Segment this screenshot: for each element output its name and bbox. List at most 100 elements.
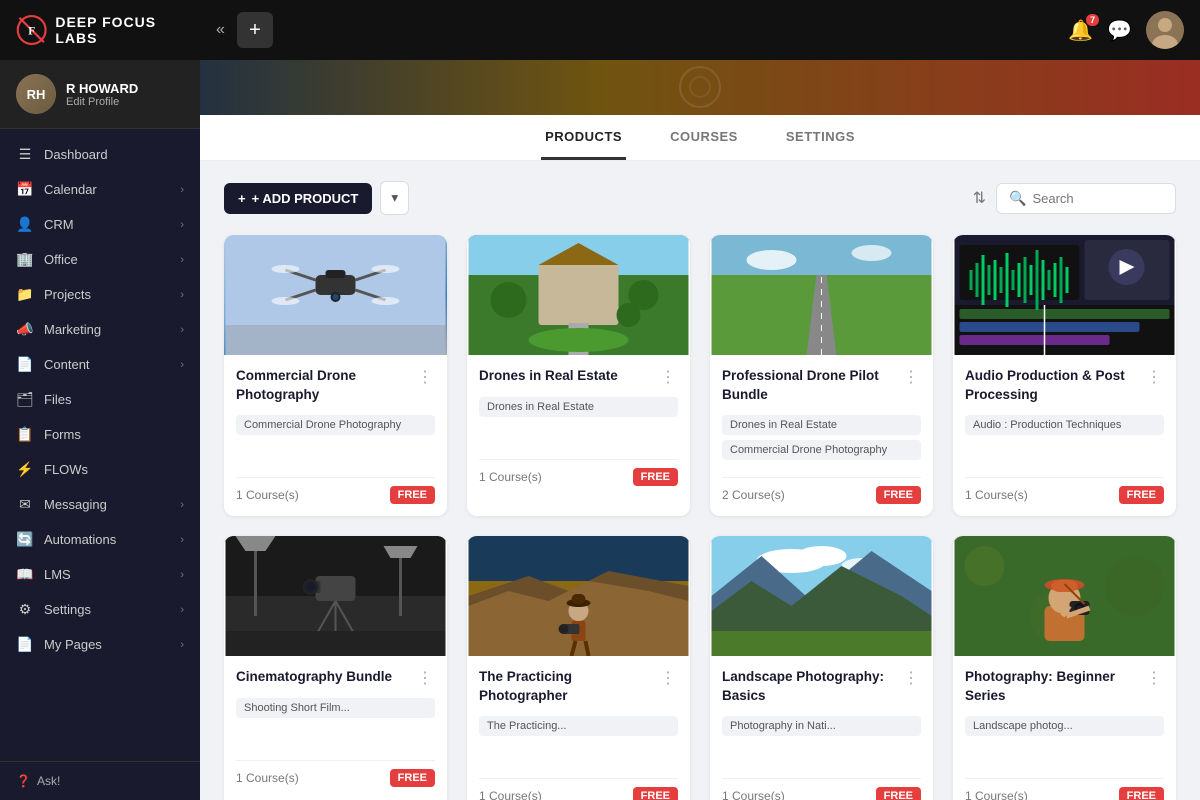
sort-filter-button[interactable]: ⇅ — [973, 188, 986, 208]
card-menu-4[interactable]: ⋮ — [1144, 367, 1164, 387]
sidebar-item-lms[interactable]: 📖 LMS › — [0, 557, 200, 592]
brand-label: DEEP FOCUS LABS — [55, 14, 184, 46]
card-menu-8[interactable]: ⋮ — [1144, 668, 1164, 688]
sidebar-item-crm[interactable]: 👤 CRM › — [0, 207, 200, 242]
card-tag-3-1: Drones in Real Estate — [722, 415, 921, 435]
settings-icon: ⚙ — [16, 601, 34, 618]
svg-text:F: F — [28, 25, 35, 37]
card-tag-8-1: Landscape photog... — [965, 716, 1164, 736]
card-title-8: Photography: Beginner Series — [965, 668, 1144, 706]
sidebar-item-mypages[interactable]: 📄 My Pages › — [0, 627, 200, 662]
card-tags-7: Photography in Nati... — [722, 716, 921, 766]
card-title-6: The Practicing Photographer — [479, 668, 658, 706]
card-tags-1: Commercial Drone Photography — [236, 415, 435, 465]
sidebar-item-calendar[interactable]: 📅 Calendar › — [0, 172, 200, 207]
sidebar-item-office[interactable]: 🏢 Office › — [0, 242, 200, 277]
card-courses-4: 1 Course(s) — [965, 488, 1028, 502]
tab-courses[interactable]: COURSES — [666, 115, 742, 160]
free-badge-2: FREE — [633, 468, 678, 486]
sidebar-item-flows[interactable]: ⚡ FLOWs — [0, 452, 200, 487]
card-tags-4: Audio : Production Techniques — [965, 415, 1164, 465]
card-title-3: Professional Drone Pilot Bundle — [722, 367, 901, 405]
free-badge-5: FREE — [390, 769, 435, 787]
lms-icon: 📖 — [16, 566, 34, 583]
product-card-1: Commercial Drone Photography ⋮ Commercia… — [224, 235, 447, 516]
messages-button[interactable]: 💬 — [1107, 18, 1132, 43]
free-badge-8: FREE — [1119, 787, 1164, 800]
card-menu-3[interactable]: ⋮ — [901, 367, 921, 387]
sidebar-item-marketing[interactable]: 📣 Marketing › — [0, 312, 200, 347]
sidebar-item-settings[interactable]: ⚙ Settings › — [0, 592, 200, 627]
product-image-4 — [953, 235, 1176, 355]
notification-badge: 7 — [1086, 14, 1099, 26]
sidebar-item-projects[interactable]: 📁 Projects › — [0, 277, 200, 312]
chevron-right-icon: › — [180, 639, 184, 651]
projects-icon: 📁 — [16, 286, 34, 303]
flows-icon: ⚡ — [16, 461, 34, 478]
ask-icon: ❓ — [16, 774, 31, 788]
product-card-4: Audio Production & Post Processing ⋮ Aud… — [953, 235, 1176, 516]
topbar-left: « + — [216, 12, 273, 48]
sidebar-item-files[interactable]: 🗂 Files — [0, 382, 200, 417]
card-courses-3: 2 Course(s) — [722, 488, 785, 502]
product-image-8 — [953, 536, 1176, 656]
card-menu-2[interactable]: ⋮ — [658, 367, 678, 387]
chat-icon: 💬 — [1107, 20, 1132, 42]
sidebar-label-dashboard: Dashboard — [44, 147, 108, 162]
sidebar-item-forms[interactable]: 📋 Forms — [0, 417, 200, 452]
add-product-button[interactable]: + + ADD PRODUCT — [224, 183, 372, 214]
card-tags-3: Drones in Real Estate Commercial Drone P… — [722, 415, 921, 465]
profile-edit-link[interactable]: Edit Profile — [66, 96, 138, 108]
sidebar-item-messaging[interactable]: ✉ Messaging › — [0, 487, 200, 522]
free-badge-3: FREE — [876, 486, 921, 504]
free-badge-4: FREE — [1119, 486, 1164, 504]
sidebar-label-forms: Forms — [44, 427, 81, 442]
card-footer-4: 1 Course(s) FREE — [965, 477, 1164, 504]
tab-products[interactable]: PRODUCTS — [541, 115, 626, 160]
chevron-right-icon: › — [180, 324, 184, 336]
calendar-icon: 📅 — [16, 181, 34, 198]
chevron-right-icon: › — [180, 289, 184, 301]
card-menu-1[interactable]: ⋮ — [415, 367, 435, 387]
search-input[interactable] — [1032, 191, 1163, 206]
product-image-7 — [710, 536, 933, 656]
card-menu-6[interactable]: ⋮ — [658, 668, 678, 688]
sidebar-label-files: Files — [44, 392, 71, 407]
card-tags-2: Drones in Real Estate — [479, 397, 678, 447]
product-card-6: The Practicing Photographer ⋮ The Practi… — [467, 536, 690, 800]
card-title-1: Commercial Drone Photography — [236, 367, 415, 405]
card-tag-4-1: Audio : Production Techniques — [965, 415, 1164, 435]
tab-settings[interactable]: SETTINGS — [782, 115, 859, 160]
collapse-sidebar-button[interactable]: « — [216, 21, 225, 39]
card-body-5: Cinematography Bundle ⋮ Shooting Short F… — [224, 656, 447, 799]
card-footer-5: 1 Course(s) FREE — [236, 760, 435, 787]
ask-button[interactable]: ❓ Ask! — [0, 761, 200, 800]
card-footer-6: 1 Course(s) FREE — [479, 778, 678, 800]
card-menu-7[interactable]: ⋮ — [901, 668, 921, 688]
card-body-3: Professional Drone Pilot Bundle ⋮ Drones… — [710, 355, 933, 516]
sidebar-item-automations[interactable]: 🔄 Automations › — [0, 522, 200, 557]
sidebar-label-messaging: Messaging — [44, 497, 107, 512]
marketing-icon: 📣 — [16, 321, 34, 338]
product-filter-dropdown[interactable]: ▾ — [380, 181, 409, 215]
products-content: + + ADD PRODUCT ▾ ⇅ 🔍 — [200, 161, 1200, 800]
quick-add-button[interactable]: + — [237, 12, 273, 48]
sidebar-label-crm: CRM — [44, 217, 74, 232]
profile-avatar: RH — [16, 74, 56, 114]
card-menu-5[interactable]: ⋮ — [415, 668, 435, 688]
user-avatar[interactable] — [1146, 11, 1184, 49]
sidebar-item-content[interactable]: 📄 Content › — [0, 347, 200, 382]
search-box: 🔍 — [996, 183, 1176, 214]
sidebar-label-marketing: Marketing — [44, 322, 101, 337]
sidebar: F DEEP FOCUS LABS RH R HOWARD Edit Profi… — [0, 0, 200, 800]
card-body-8: Photography: Beginner Series ⋮ Landscape… — [953, 656, 1176, 800]
sidebar-item-dashboard[interactable]: ☰ Dashboard — [0, 137, 200, 172]
sidebar-label-settings: Settings — [44, 602, 91, 617]
notifications-button[interactable]: 🔔 7 — [1068, 18, 1093, 43]
content-icon: 📄 — [16, 356, 34, 373]
product-card-8: Photography: Beginner Series ⋮ Landscape… — [953, 536, 1176, 800]
card-footer-1: 1 Course(s) FREE — [236, 477, 435, 504]
sidebar-label-mypages: My Pages — [44, 637, 102, 652]
logo-icon: F — [16, 12, 47, 48]
card-tag-1-1: Commercial Drone Photography — [236, 415, 435, 435]
